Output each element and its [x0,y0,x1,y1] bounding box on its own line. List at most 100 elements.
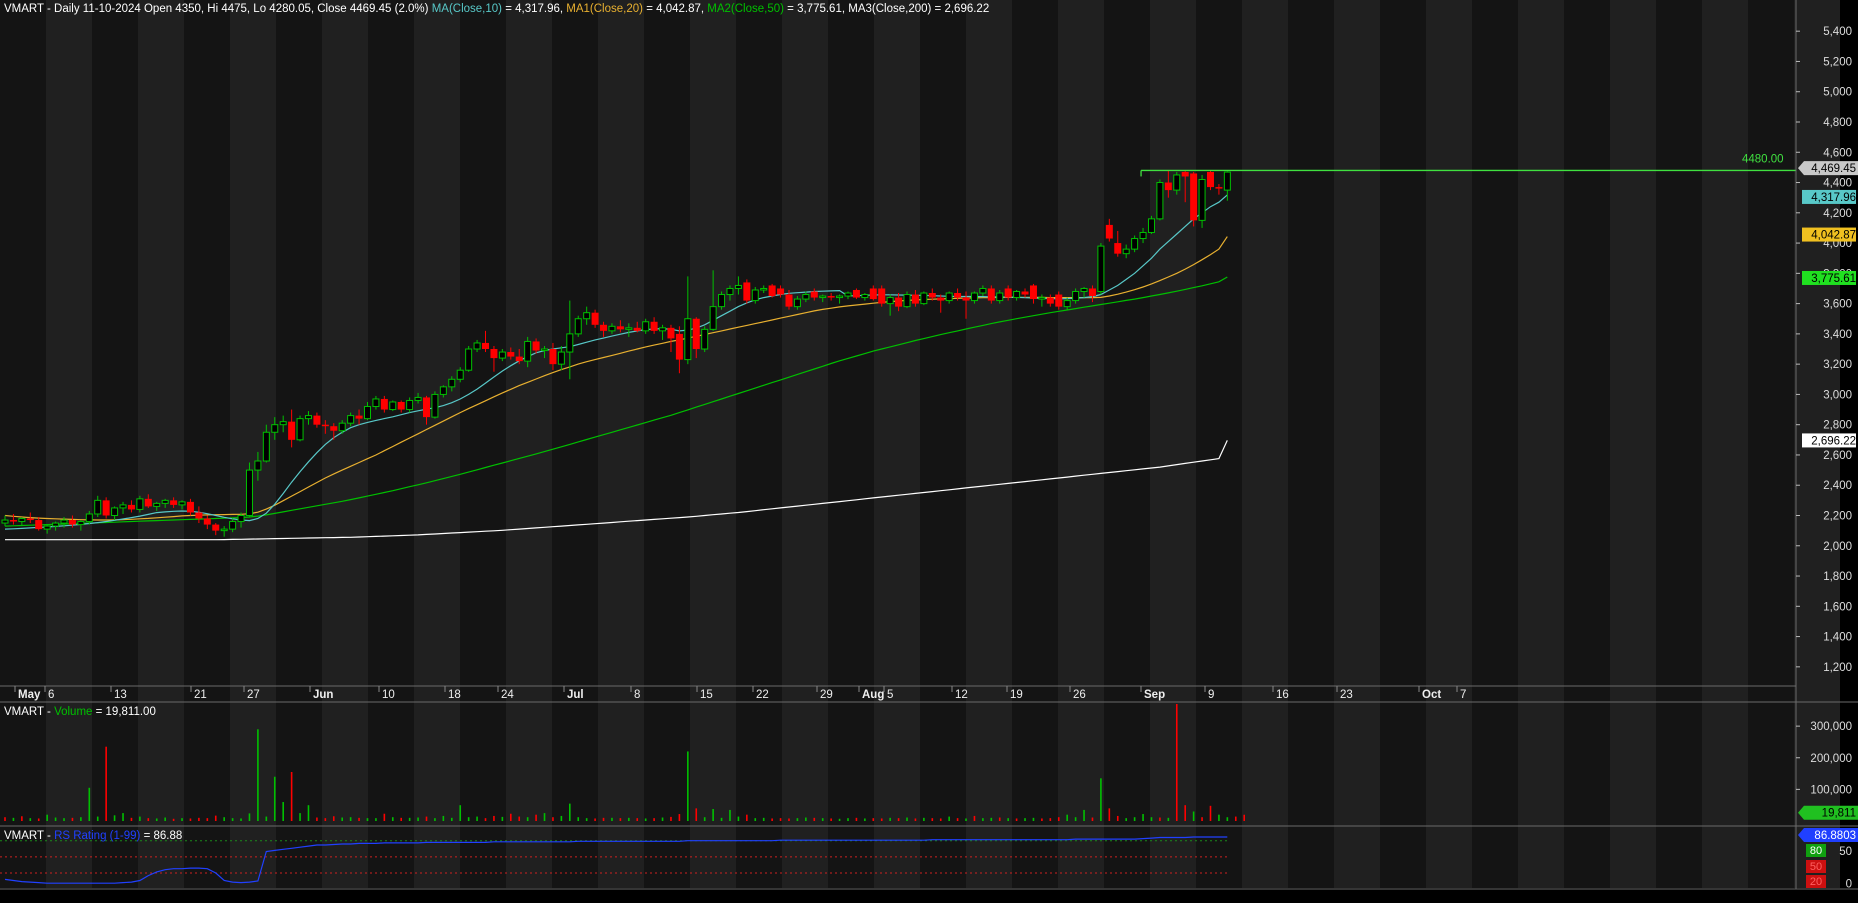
candle-body-down [170,500,178,505]
candle-body-up [406,399,414,411]
candle-body-up [1,519,9,524]
week-band [276,0,322,888]
close-price-tag: 4,469.45 [1798,161,1858,176]
candle-body-up [1147,218,1155,233]
ma200-tag-text: 2,696.22 [1811,435,1856,447]
x-tick-label: 27 [247,689,260,701]
candle-body-up [903,294,911,308]
volume-y-tick-label: 300,000 [1810,721,1852,733]
candle [1147,215,1155,234]
y-tick-label: 2,800 [1823,420,1852,432]
candle-body-up [52,522,60,527]
x-tick-label: Jun [313,689,333,701]
week-band [782,0,828,888]
candle-body-up [18,518,26,523]
candle-body-up [178,501,186,506]
stock-chart[interactable]: 4480.00 1,200 1,400 1,600 1,800 2,000 2,200 2,… [0,0,1858,903]
y-tick-label: 2,400 [1823,480,1852,492]
week-band [1702,0,1748,888]
x-tick-label: 13 [114,689,127,701]
candle-body-up [372,398,380,408]
rs-level-tag-text: 20 [1810,876,1822,888]
week-band [184,0,230,888]
candle-body-up [473,342,481,350]
ma10-tag-text: 4,317.96 [1811,192,1856,204]
x-tick-label: 24 [501,689,514,701]
candle-body-up [1156,182,1164,220]
header-ma10-value: = 4,317.96, [505,3,566,15]
week-band [1564,0,1610,888]
candle-body-up [1063,300,1071,308]
candle-body-down [650,321,658,331]
candle-body-down [911,294,919,304]
y-tick-label: 3,600 [1823,299,1852,311]
candle-body-up [43,525,51,530]
candle-body-up [389,401,397,411]
candle-body-up [347,415,355,424]
week-band [828,0,874,888]
candle-body-down [203,518,211,525]
volume-y-tick-label: 100,000 [1810,784,1852,796]
x-tick-label: 6 [48,689,54,701]
candle-body-up [701,328,709,350]
candle-body-up [111,507,119,516]
x-tick-label: 5 [887,689,893,701]
candle-body-up [498,351,506,359]
candle-body-down [852,289,860,298]
x-tick-label: Aug [862,689,884,701]
candle-body-up [431,393,439,418]
candle-body-up [844,292,852,297]
candle-body-up [220,528,228,532]
candle-body-up [734,284,742,289]
candle [701,326,709,353]
candle-body-up [448,378,456,388]
candle-body-up [1072,291,1080,302]
rs-header-label: RS Rating (1-99) [54,830,140,842]
candle-body-down [1055,294,1063,307]
rs-header-value: = 86.88 [144,830,183,842]
week-band [414,0,460,888]
candle-body-down [1105,224,1113,239]
candle-body-up [1097,245,1105,293]
candle-body-down [313,415,321,425]
candle-body-down [777,288,785,295]
candle-body-up [709,306,717,330]
candle [768,283,776,298]
x-tick-label: Jul [567,689,584,701]
candle-body-up [1122,248,1130,255]
header-ma200-value: = 2,696.22 [935,3,990,15]
y-tick-label: 1,600 [1823,601,1852,613]
x-tick-label: 7 [1460,689,1466,701]
week-band [966,0,1012,888]
candle-body-up [1139,231,1147,240]
rs-header: VMART - RS Rating (1-99) = 86.88 [4,830,182,842]
week-band [1058,0,1104,888]
candle-body-down [482,342,490,350]
candle-body-up [979,287,987,294]
candle [102,497,110,519]
week-band [1334,0,1380,888]
candle-body-down [962,297,970,301]
price-header: VMART - Daily 11-10-2024 Open 4350, Hi 4… [4,3,989,15]
candle-body-down [9,520,17,522]
y-tick-label: 3,200 [1823,359,1852,371]
candle-body-up [970,292,978,302]
week-band [1196,0,1242,888]
candle [465,345,473,372]
week-band [1656,0,1702,888]
candle-body-up [1080,287,1088,293]
candle-body-up [861,294,869,299]
y-tick-label: 3,400 [1823,329,1852,341]
candle-body-up [254,460,262,471]
bottom-strip [0,890,1858,903]
candle-body-up [726,287,734,296]
x-tick-label: 12 [955,689,968,701]
candle-body-down [355,415,363,419]
candle-body-down [1021,291,1029,295]
rs-header-prefix: VMART - [4,830,54,842]
week-band [920,0,966,888]
candle-body-up [456,369,464,380]
x-tick-label: 9 [1208,689,1214,701]
candle-body-down [810,291,818,298]
week-band [0,0,46,888]
